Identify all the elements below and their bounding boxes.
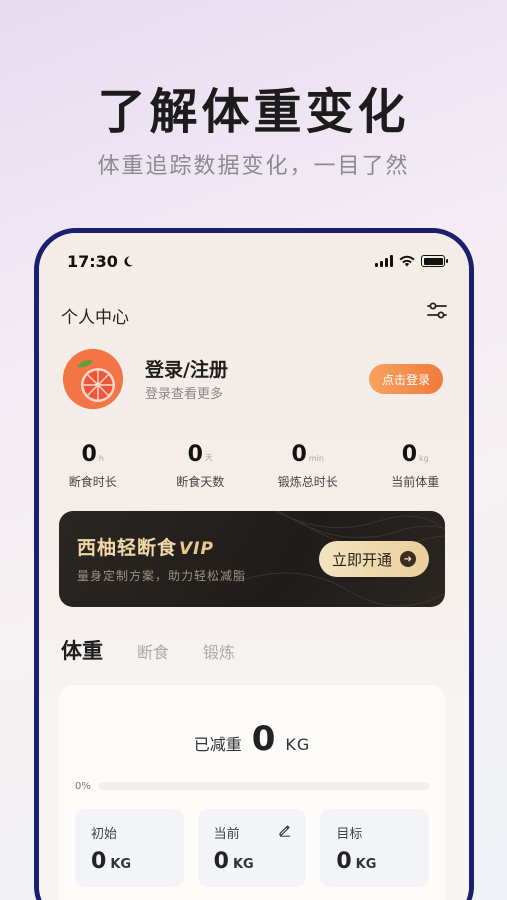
stat-unit: kg bbox=[419, 454, 429, 463]
arrow-right-icon: ➜ bbox=[400, 551, 416, 567]
status-time: 17:30 bbox=[67, 252, 134, 271]
stat-value: 0 bbox=[401, 442, 418, 467]
stat-unit: h bbox=[98, 454, 104, 463]
weight-progress: 0% bbox=[75, 780, 429, 792]
tab-exercise[interactable]: 锻炼 bbox=[203, 639, 235, 663]
metric-current[interactable]: 当前 0 KG bbox=[197, 809, 307, 887]
avatar[interactable] bbox=[63, 349, 123, 409]
metric-label: 目标 bbox=[336, 827, 363, 842]
stat-fasting-duration: 0h 断食时长 bbox=[39, 439, 147, 490]
metric-label: 初始 bbox=[91, 827, 118, 842]
login-title[interactable]: 登录/注册 bbox=[145, 355, 228, 382]
metric-unit: KG bbox=[355, 857, 377, 872]
metric-label: 当前 bbox=[213, 827, 240, 842]
metric-unit: KG bbox=[110, 857, 132, 872]
vip-button-label: 立即开通 bbox=[331, 550, 392, 569]
stat-unit: min bbox=[308, 454, 324, 463]
status-bar: 17:30 bbox=[67, 251, 448, 271]
status-icons bbox=[375, 255, 448, 267]
stat-label: 断食时长 bbox=[68, 475, 117, 489]
metric-value: 0 bbox=[91, 849, 107, 874]
tab-fasting[interactable]: 断食 bbox=[137, 639, 169, 663]
login-subtitle: 登录查看更多 bbox=[145, 387, 224, 402]
progress-track bbox=[99, 782, 429, 790]
weight-card: 已减重 0 KG 0% 初始 0 KG 当前 0 KG 目标 0 KG bbox=[59, 685, 445, 900]
vip-subtitle: 量身定制方案，助力轻松减脂 bbox=[77, 569, 247, 583]
vip-tag: VIP bbox=[179, 539, 214, 559]
weight-lost-value: 0 bbox=[251, 719, 276, 759]
tab-bar: 体重 断食 锻炼 bbox=[61, 635, 235, 665]
progress-text: 0% bbox=[75, 780, 91, 792]
vip-title-text: 西柚轻断食 bbox=[77, 537, 178, 559]
moon-icon bbox=[124, 256, 133, 267]
promo-headline: 了解体重变化 bbox=[97, 84, 410, 140]
page-title: 个人中心 bbox=[61, 308, 129, 328]
weight-metrics: 初始 0 KG 当前 0 KG 目标 0 KG bbox=[75, 809, 430, 887]
stat-current-weight: 0 kg 当前体重 bbox=[362, 439, 470, 490]
wifi-icon bbox=[399, 255, 415, 267]
stat-unit: 天 bbox=[204, 453, 213, 462]
metric-target[interactable]: 目标 0 KG bbox=[320, 809, 430, 887]
weight-lost-unit: KG bbox=[285, 735, 311, 754]
stat-value: 0 bbox=[187, 442, 203, 467]
vip-card[interactable]: 西柚轻断食 VIP 量身定制方案，助力轻松减脂 立即开通 ➜ bbox=[59, 511, 445, 607]
stat-label: 锻炼总时长 bbox=[277, 475, 338, 489]
metric-value: 0 bbox=[213, 849, 229, 874]
stat-label: 当前体重 bbox=[391, 475, 440, 489]
edit-icon[interactable] bbox=[278, 823, 292, 837]
weight-lost-row: 已减重 0 KG bbox=[59, 719, 445, 759]
tab-weight[interactable]: 体重 bbox=[61, 635, 103, 665]
stat-exercise-duration: 0 min 锻炼总时长 bbox=[254, 439, 362, 490]
weight-lost-label: 已减重 bbox=[193, 735, 242, 754]
signal-icon bbox=[375, 255, 393, 267]
vip-title: 西柚轻断食 VIP bbox=[77, 533, 214, 560]
vip-activate-button[interactable]: 立即开通 ➜ bbox=[319, 541, 429, 577]
stat-value: 0 bbox=[291, 442, 307, 467]
promo-subline: 体重追踪数据变化，一目了然 bbox=[97, 154, 410, 179]
phone-frame: 17:30 个人中心 登录/注册 登录查看更多 点击登录 0 h 断食时长 0 … bbox=[34, 228, 474, 900]
battery-icon bbox=[421, 255, 448, 267]
time-text: 17:30 bbox=[67, 251, 118, 271]
metric-initial[interactable]: 初始 0 KG bbox=[75, 809, 184, 887]
stat-value: 0 bbox=[81, 442, 97, 467]
stats-row: 0h 断食时长 0天 断食天数 0 min 锻炼总时长 0 kg 当前体重 bbox=[39, 439, 469, 490]
grapefruit-icon bbox=[63, 349, 123, 409]
stat-fasting-days: 0天 断食天数 bbox=[147, 439, 255, 490]
metric-unit: KG bbox=[232, 857, 254, 872]
login-button[interactable]: 点击登录 bbox=[369, 364, 443, 394]
sliders-icon[interactable] bbox=[425, 299, 449, 323]
metric-value: 0 bbox=[336, 849, 352, 874]
stat-label: 断食天数 bbox=[176, 475, 225, 489]
